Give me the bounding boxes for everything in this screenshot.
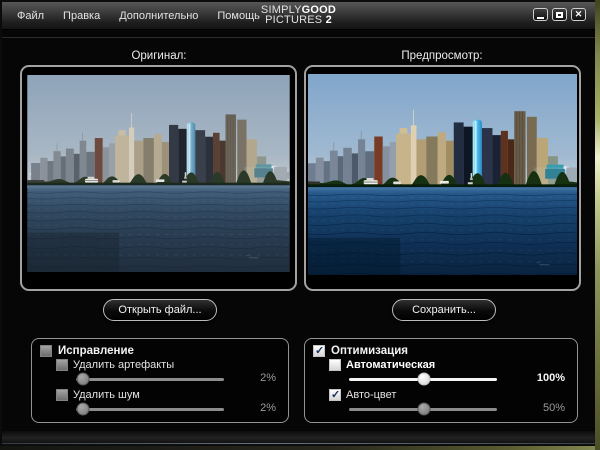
remove-artifacts-checkbox[interactable]: [56, 359, 68, 371]
remove-noise-checkbox[interactable]: [56, 389, 68, 401]
minimize-icon: [537, 17, 544, 19]
window-frame-accent-right: [595, 0, 600, 450]
auto-color-value: 50%: [519, 402, 565, 414]
original-label: Оригинал:: [21, 50, 297, 62]
preview-image-panel: [304, 65, 581, 291]
auto-color-slider-thumb[interactable]: [418, 403, 431, 416]
maximize-icon: [556, 12, 563, 18]
correction-checkbox[interactable]: [40, 345, 52, 357]
auto-color-slider-row: 50%: [313, 402, 567, 417]
optimization-group: Оптимизация Автоматическая 100% Авто-цве…: [304, 338, 578, 423]
preview-photo: [308, 74, 577, 275]
remove-noise-value: 2%: [230, 402, 276, 414]
logo-line2-light: PICTURES: [265, 14, 322, 26]
menu-bar: Файл Правка Дополнительно Помощь: [2, 9, 262, 23]
automatic-checkbox[interactable]: [329, 359, 341, 371]
correction-title: Исправление: [58, 345, 134, 357]
remove-artifacts-slider-row: 2%: [40, 372, 278, 387]
remove-artifacts-slider-thumb[interactable]: [77, 373, 90, 386]
auto-color-slider[interactable]: [349, 408, 497, 411]
remove-noise-slider-thumb[interactable]: [77, 403, 90, 416]
automatic-value: 100%: [519, 372, 565, 384]
close-icon: ✕: [575, 10, 583, 19]
original-image-panel: [20, 65, 297, 291]
correction-group: Исправление Удалить артефакты 2% Удалить…: [31, 338, 289, 423]
automatic-slider[interactable]: [349, 378, 497, 381]
remove-artifacts-label: Удалить артефакты: [73, 359, 174, 371]
window-frame-accent-bottom: [0, 446, 600, 450]
app-logo: SIMPLYGOOD PICTURES 2: [261, 5, 336, 25]
optimization-checkbox[interactable]: [313, 345, 325, 357]
open-file-button[interactable]: Открыть файл...: [103, 299, 217, 321]
remove-noise-label: Удалить шум: [73, 389, 140, 401]
title-bar: Файл Правка Дополнительно Помощь SIMPLYG…: [2, 2, 595, 30]
menu-help[interactable]: Помощь: [215, 9, 262, 23]
remove-artifacts-slider[interactable]: [76, 378, 224, 381]
app-window: Файл Правка Дополнительно Помощь SIMPLYG…: [0, 0, 600, 450]
auto-color-checkbox[interactable]: [329, 389, 341, 401]
optimization-title: Оптимизация: [331, 345, 408, 357]
automatic-label: Автоматическая: [346, 359, 435, 371]
maximize-button[interactable]: [552, 8, 567, 21]
remove-artifacts-value: 2%: [230, 372, 276, 384]
window-frame-top: [0, 0, 600, 2]
menu-extras[interactable]: Дополнительно: [117, 9, 200, 23]
remove-noise-slider[interactable]: [76, 408, 224, 411]
menu-edit[interactable]: Правка: [61, 9, 102, 23]
remove-noise-slider-row: 2%: [40, 402, 278, 417]
automatic-slider-row: 100%: [313, 372, 567, 387]
original-photo: [27, 75, 290, 272]
menu-file[interactable]: Файл: [15, 9, 46, 23]
auto-color-label: Авто-цвет: [346, 389, 396, 401]
logo-line2-bold: 2: [326, 14, 332, 26]
automatic-slider-thumb[interactable]: [418, 373, 431, 386]
preview-label: Предпросмотр:: [304, 50, 580, 62]
titlebar-separator: [2, 37, 595, 38]
window-frame-left: [0, 0, 2, 450]
save-button[interactable]: Сохранить...: [392, 299, 496, 321]
window-controls: ✕: [533, 8, 586, 21]
close-button[interactable]: ✕: [571, 8, 586, 21]
minimize-button[interactable]: [533, 8, 548, 21]
footer-strip: [2, 431, 595, 446]
